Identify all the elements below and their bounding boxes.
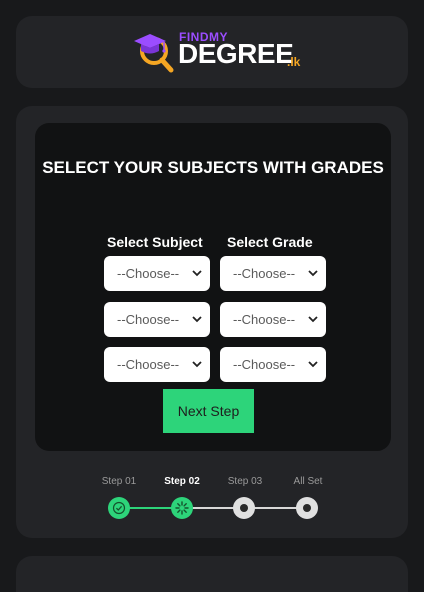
subject-select-3[interactable]: --Choose-- xyxy=(104,347,210,382)
grade-select-value: --Choose-- xyxy=(233,266,296,281)
select-grade-header: Select Grade xyxy=(227,234,313,250)
grade-select-3[interactable]: --Choose-- xyxy=(220,347,326,382)
subject-select-value: --Choose-- xyxy=(117,266,180,281)
step-dot-upcoming[interactable] xyxy=(233,497,255,519)
step-label-2: Step 02 xyxy=(164,476,200,487)
chevron-down-icon xyxy=(308,316,318,323)
logo-degree-text: DEGREE xyxy=(178,38,294,69)
next-step-button[interactable]: Next Step xyxy=(163,389,254,433)
chevron-down-icon xyxy=(308,361,318,368)
chevron-down-icon xyxy=(192,270,202,277)
step-dot-final[interactable] xyxy=(296,497,318,519)
step-pending-icon xyxy=(303,504,311,512)
grade-select-value: --Choose-- xyxy=(233,357,296,372)
step-label-3: Step 03 xyxy=(227,476,263,487)
subject-select-value: --Choose-- xyxy=(117,357,180,372)
subject-select-value: --Choose-- xyxy=(117,312,180,327)
step-label-1: Step 01 xyxy=(101,476,137,487)
step-dot-current[interactable] xyxy=(171,497,193,519)
chevron-down-icon xyxy=(192,316,202,323)
step-dot-done[interactable] xyxy=(108,497,130,519)
site-logo[interactable]: FINDMY DEGREE .lk xyxy=(131,28,303,74)
next-section-card xyxy=(16,556,408,592)
grade-select-value: --Choose-- xyxy=(233,312,296,327)
spinner-icon xyxy=(175,501,189,515)
form-title: SELECT YOUR SUBJECTS WITH GRADES xyxy=(42,158,384,177)
chevron-down-icon xyxy=(308,270,318,277)
graduation-magnifier-icon xyxy=(134,34,174,73)
subject-select-2[interactable]: --Choose-- xyxy=(104,302,210,337)
step-label-4: All Set xyxy=(293,476,323,487)
chevron-down-icon xyxy=(192,361,202,368)
subject-select-1[interactable]: --Choose-- xyxy=(104,256,210,291)
step-pending-icon xyxy=(240,504,248,512)
page: FINDMY DEGREE .lk SELECT YOUR SUBJECTS W… xyxy=(0,0,424,592)
select-subject-header: Select Subject xyxy=(107,234,203,250)
grade-select-1[interactable]: --Choose-- xyxy=(220,256,326,291)
grade-select-2[interactable]: --Choose-- xyxy=(220,302,326,337)
check-circle-icon xyxy=(112,501,126,515)
logo-tld-text: .lk xyxy=(287,55,301,69)
